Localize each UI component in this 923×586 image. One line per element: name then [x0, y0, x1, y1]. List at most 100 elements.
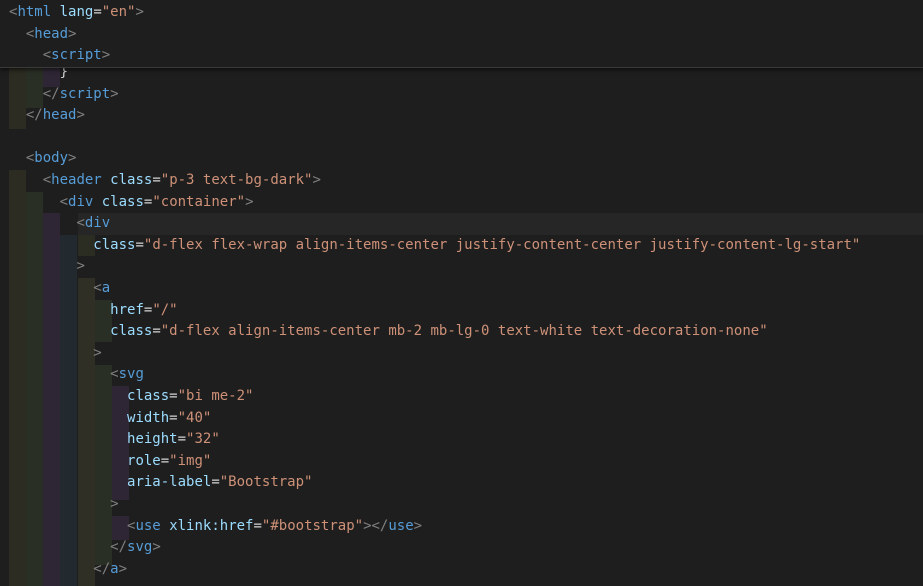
code-line[interactable]: class="bi me-2": [9, 386, 253, 408]
code-line[interactable]: <svg: [9, 364, 144, 386]
code-token-eq: =: [253, 517, 262, 534]
code-token-str: "/": [152, 301, 178, 318]
code-line[interactable]: </script>: [9, 84, 119, 106]
code-token-tag: a: [101, 280, 111, 296]
code-token-attr: aria-label: [127, 474, 212, 491]
code-token-punc: </: [93, 560, 111, 577]
code-token-punc: </: [25, 107, 43, 124]
code-token-str: "bi me-2": [177, 388, 254, 404]
code-token-punc: </: [42, 85, 60, 102]
code-token-attr: class: [110, 323, 153, 340]
code-token-attr: width: [127, 409, 170, 426]
code-token-tag: script: [51, 47, 102, 64]
code-token-tag: head: [42, 107, 77, 124]
code-token-punc: >: [312, 172, 321, 188]
code-token-str: "40": [177, 409, 212, 426]
code-line[interactable]: <html lang="en">: [9, 2, 144, 24]
code-token-tag: use: [135, 517, 161, 534]
code-line[interactable]: role="img": [9, 451, 211, 473]
code-line[interactable]: class="d-flex align-items-center mb-2 mb…: [9, 321, 767, 343]
code-editor[interactable]: } </script> </head> <body> <header class…: [0, 0, 923, 586]
code-token-str: "en": [101, 4, 136, 20]
code-line[interactable]: aria-label="Bootstrap": [9, 472, 312, 494]
code-line[interactable]: <head>: [9, 24, 77, 46]
code-token-tag: use: [388, 517, 414, 534]
code-token-tag: html: [17, 4, 52, 20]
code-token-eq: =: [211, 474, 220, 491]
code-token-eq: =: [93, 4, 102, 20]
code-token-attr: href: [110, 301, 144, 318]
code-token-attr: role: [127, 452, 161, 469]
code-token-attr: xlink:href: [169, 517, 254, 534]
code-token-attr: class: [101, 193, 144, 210]
code-token-eq: =: [135, 236, 144, 253]
code-token-tag: header: [51, 172, 102, 188]
code-token-punc: <: [42, 172, 52, 188]
code-token-str: "32": [186, 431, 220, 448]
code-line[interactable]: <header class="p-3 text-bg-dark">: [9, 170, 321, 192]
code-token-punc: >: [110, 85, 119, 102]
code-token-attr: class: [93, 236, 136, 253]
code-line[interactable]: <body>: [9, 148, 77, 170]
code-token-punc: >: [93, 344, 102, 361]
code-token-punc: <: [42, 47, 52, 64]
code-line[interactable]: >: [9, 494, 118, 516]
code-token-tag: svg: [118, 366, 144, 383]
code-line[interactable]: class="d-flex flex-wrap align-items-cent…: [9, 235, 860, 257]
code-token-attr: lang: [59, 4, 94, 20]
editor-text-area[interactable]: } </script> </head> <body> <header class…: [0, 0, 923, 586]
code-line[interactable]: >: [9, 256, 85, 278]
sticky-scroll-header[interactable]: <html lang="en"> <head> <script>: [0, 0, 923, 68]
code-line[interactable]: width="40": [9, 408, 211, 430]
code-token-attr: class: [127, 388, 170, 404]
code-token-punc: >: [76, 258, 85, 275]
code-token-punc: >: [68, 150, 77, 167]
code-token-punc: <: [93, 280, 102, 296]
code-line[interactable]: <div: [9, 213, 110, 235]
code-token-eq: =: [169, 409, 178, 426]
code-token-attr: height: [127, 431, 178, 448]
code-token-punc: </: [110, 539, 128, 556]
code-token-tag: head: [34, 25, 69, 42]
code-token-punc: <: [59, 193, 69, 210]
code-line[interactable]: </svg>: [9, 537, 161, 559]
code-line[interactable]: >: [9, 343, 102, 365]
code-line[interactable]: <a: [9, 278, 110, 300]
code-token-str: "img": [169, 452, 212, 469]
code-token-str: "container": [152, 193, 246, 210]
code-token-eq: =: [169, 388, 178, 404]
code-line[interactable]: <div class="container">: [9, 192, 254, 214]
code-line[interactable]: <use xlink:href="#bootstrap"></use>: [9, 516, 422, 538]
code-line[interactable]: </head>: [9, 105, 85, 127]
code-line[interactable]: </a>: [9, 559, 127, 581]
code-token-attr: class: [110, 172, 153, 188]
code-line[interactable]: href="/": [9, 300, 178, 322]
code-token-eq: =: [177, 431, 187, 448]
code-token-eq: =: [152, 172, 161, 188]
code-token-punc: >: [68, 25, 77, 42]
code-line[interactable]: <script>: [9, 45, 110, 67]
code-token-str: "Bootstrap": [219, 474, 313, 491]
code-line[interactable]: height="32": [9, 429, 220, 451]
code-token-punc: >: [413, 517, 423, 534]
